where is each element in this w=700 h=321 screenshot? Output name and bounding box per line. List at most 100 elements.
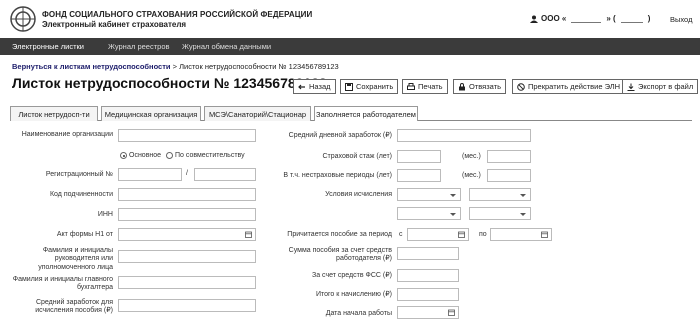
save-button-label: Сохранить [356,82,394,91]
avg-daily-label: Средний дневной заработок (₽) [288,132,392,139]
radio-part-indicator [166,152,173,159]
sum-employer-label: Сумма пособия за счет средств работодате… [288,247,392,263]
calendar-icon[interactable] [458,231,465,238]
sum-fss-label: За счет средств ФСС (₽) [311,272,392,279]
reg-num-label: Регистрационный № [45,171,113,178]
period-label: Причитается пособие за период [287,231,392,238]
save-button[interactable]: Сохранить [340,79,399,94]
nav-item-electronic-sheets[interactable]: Электронные листки [12,42,84,51]
page-title: Листок нетрудоспособности № 123456789123 [12,75,327,91]
sub-code-label: Код подчиненности [49,191,113,198]
non-ins-months-field[interactable] [487,169,531,182]
breadcrumb-separator: > [172,62,177,71]
chief-acc-label: Фамилия и инициалы главного бухгалтера [12,276,113,292]
export-button-label: Экспорт в файл [638,82,694,91]
back-arrow-icon [298,84,305,89]
org-name-field[interactable] [118,129,256,142]
calendar-icon[interactable] [448,309,455,316]
tab-employer[interactable]: Заполняется работодателем [314,106,418,121]
lock-icon [459,82,465,90]
period-from-label: с [399,231,403,238]
head-name-field[interactable] [118,250,256,263]
tab-sheet[interactable]: Листок нетрудосп-ти [10,106,98,121]
calc-cond-select-2[interactable] [469,188,531,201]
sub-code-field[interactable] [118,188,256,201]
act-n1-label: Акт формы Н1 от [56,231,113,238]
total-field[interactable] [397,288,459,301]
calendar-icon[interactable] [541,231,548,238]
stop-icon [517,82,525,91]
radio-main-label: Основное [129,152,162,159]
calc-cond-select-4[interactable] [469,207,531,220]
avg-earn-field[interactable] [118,299,256,312]
print-button-label: Печать [418,82,443,91]
ins-months-field[interactable] [487,150,531,163]
radio-main-job[interactable]: Основное [120,152,161,159]
save-icon [345,82,353,91]
print-button[interactable]: Печать [402,79,448,94]
start-date-field[interactable] [397,306,459,319]
user-mid: » ( [606,14,616,23]
head-name-label: Фамилия и инициалы руководителя или упол… [38,247,113,271]
radio-part-time[interactable]: По совместительству [166,152,245,159]
exit-link[interactable]: Выход [670,15,692,24]
total-label: Итого к начислению (₽) [315,291,392,298]
print-icon [407,82,415,90]
nav-item-registry-log[interactable]: Журнал реестров [108,42,169,51]
calc-cond-label: Условия исчисления [325,191,392,198]
start-date-label: Дата начала работы [325,310,392,317]
inn-field[interactable] [118,208,256,221]
breadcrumb: Вернуться к листкам нетрудоспособности >… [12,62,339,71]
avg-earn-label: Средний заработок для исчисления пособия… [35,299,113,315]
breadcrumb-back-link[interactable]: Вернуться к листкам нетрудоспособности [12,62,171,71]
org-title: ФОНД СОЦИАЛЬНОГО СТРАХОВАНИЯ РОССИЙСКОЙ … [42,10,313,19]
stop-eln-button[interactable]: Прекратить действие ЭЛН [512,79,626,94]
nav-item-exchange-log[interactable]: Журнал обмена данными [182,42,271,51]
back-button-label: Назад [309,82,331,91]
period-from-field[interactable] [407,228,469,241]
chief-acc-field[interactable] [118,276,256,289]
period-to-label: по [479,231,487,238]
period-to-field[interactable] [490,228,552,241]
non-ins-months-label: (мес.) [462,172,481,179]
inn-label: ИНН [97,211,113,218]
calc-cond-select-1[interactable] [397,188,461,201]
reg-num-field-1[interactable] [118,168,182,181]
user-org-id [620,15,643,23]
fss-logo-icon [10,6,36,32]
reg-num-slash: / [186,170,188,177]
reg-num-field-2[interactable] [194,168,256,181]
sum-employer-field[interactable] [397,247,459,260]
avg-daily-field[interactable] [397,129,531,142]
org-subtitle: Электронный кабинет страхователя [42,20,187,29]
tab-mse-sanatorium[interactable]: МСЭ\Санаторий\Стационар [204,106,311,121]
unbind-button[interactable]: Отвязать [453,79,507,94]
breadcrumb-current: Листок нетрудоспособности № 123456789123 [179,62,339,71]
user-prefix: ООО « [541,14,567,23]
stop-eln-button-label: Прекратить действие ЭЛН [528,82,621,91]
org-name-label: Наименование организации [21,131,113,138]
radio-part-label: По совместительству [175,152,245,159]
non-ins-label: В т.ч. нестраховые периоды (лет) [283,172,392,179]
tab-medical-org[interactable]: Медицинская организация [101,106,201,121]
radio-main-indicator [120,152,127,159]
ins-months-label: (мес.) [462,153,481,160]
calendar-icon[interactable] [245,231,252,238]
non-ins-years-field[interactable] [397,169,441,182]
user-icon [530,15,538,23]
tab-bar: Листок нетрудосп-ти Медицинская организа… [10,106,692,121]
act-n1-date-field[interactable] [118,228,256,241]
ins-years-field[interactable] [397,150,441,163]
download-icon [627,83,635,91]
export-button[interactable]: Экспорт в файл [622,79,699,94]
calc-cond-select-3[interactable] [397,207,461,220]
main-nav: Электронные листки Журнал реестров Журна… [0,38,700,55]
unbind-button-label: Отвязать [469,82,502,91]
back-button[interactable]: Назад [293,79,336,94]
sum-fss-field[interactable] [397,269,459,282]
ins-years-label: Страховой стаж (лет) [322,153,392,160]
user-suffix: ) [647,14,651,23]
user-org-name [571,15,602,23]
app-header: ФОНД СОЦИАЛЬНОГО СТРАХОВАНИЯ РОССИЙСКОЙ … [0,0,700,38]
user-info[interactable]: ООО « » ( ) [530,14,650,23]
